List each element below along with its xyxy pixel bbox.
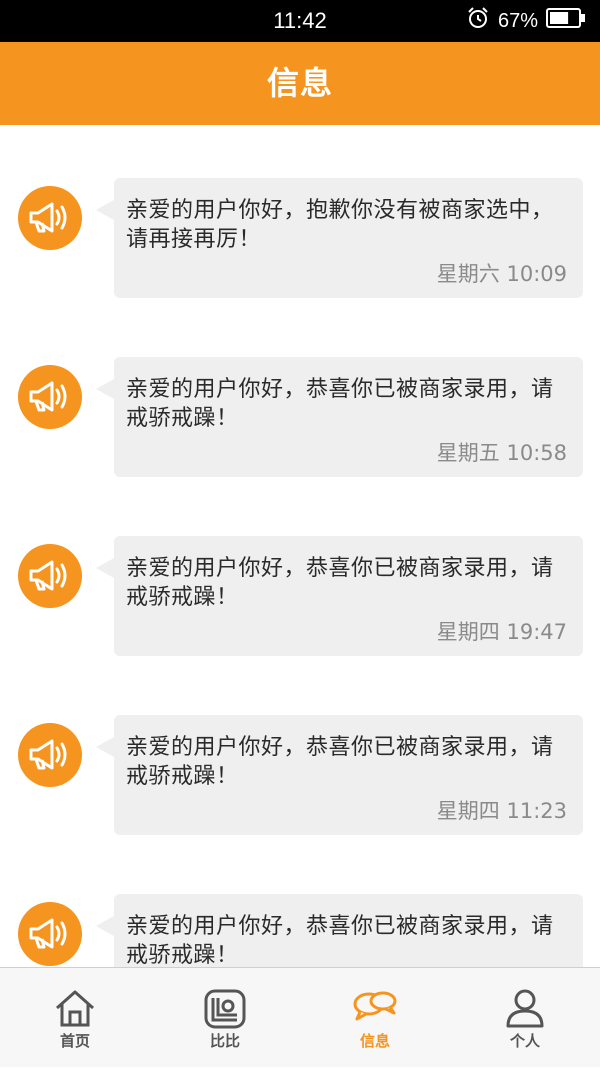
- message-bubble[interactable]: 亲爱的用户你好，恭喜你已被商家录用，请戒骄戒躁！ 星期四 19:47: [96, 536, 583, 656]
- message-item[interactable]: 亲爱的用户你好，抱歉你没有被商家选中，请再接再厉！ 星期六 10:09: [0, 178, 600, 298]
- message-text: 亲爱的用户你好，恭喜你已被商家录用，请戒骄戒躁！: [126, 556, 554, 610]
- megaphone-icon: [18, 902, 82, 966]
- compare-icon: [204, 989, 246, 1029]
- tab-label: 信息: [359, 1032, 390, 1050]
- tab-profile[interactable]: 个人: [450, 968, 600, 1068]
- megaphone-icon: [18, 723, 82, 787]
- chat-icon: [353, 991, 397, 1021]
- message-text: 亲爱的用户你好，恭喜你已被商家录用，请戒骄戒躁！: [126, 377, 554, 431]
- battery-percent: 67%: [497, 9, 538, 32]
- message-item[interactable]: 亲爱的用户你好，恭喜你已被商家录用，请戒骄戒躁！: [0, 894, 600, 967]
- message-item[interactable]: 亲爱的用户你好，恭喜你已被商家录用，请戒骄戒躁！ 星期四 11:23: [0, 715, 600, 835]
- status-bar: 11:42 67%: [0, 0, 600, 42]
- tab-compare[interactable]: 比比: [150, 968, 300, 1068]
- message-time: 星期五 10:58: [436, 441, 567, 465]
- tab-label: 比比: [209, 1032, 240, 1050]
- message-time: 星期四 11:23: [436, 799, 567, 823]
- bottom-tab-bar: 首页 比比 信息 个人: [0, 967, 600, 1067]
- status-indicators: 67%: [466, 0, 586, 42]
- tab-messages[interactable]: 信息: [300, 968, 450, 1068]
- app-header: 信息: [0, 42, 600, 125]
- message-bubble[interactable]: 亲爱的用户你好，恭喜你已被商家录用，请戒骄戒躁！: [96, 894, 583, 967]
- person-icon: [506, 989, 544, 1028]
- battery-icon: [546, 7, 586, 35]
- message-text: 亲爱的用户你好，恭喜你已被商家录用，请戒骄戒躁！: [126, 914, 554, 967]
- message-item[interactable]: 亲爱的用户你好，恭喜你已被商家录用，请戒骄戒躁！ 星期五 10:58: [0, 357, 600, 477]
- message-item[interactable]: 亲爱的用户你好，恭喜你已被商家录用，请戒骄戒躁！ 星期四 19:47: [0, 536, 600, 656]
- message-time: 星期四 19:47: [436, 620, 567, 644]
- tab-home[interactable]: 首页: [0, 968, 150, 1068]
- message-list[interactable]: 亲爱的用户你好，抱歉你没有被商家选中，请再接再厉！ 星期六 10:09 亲爱的用…: [0, 125, 600, 967]
- home-icon: [56, 990, 94, 1027]
- tab-label: 首页: [59, 1032, 90, 1050]
- tab-label: 个人: [509, 1032, 540, 1050]
- message-bubble[interactable]: 亲爱的用户你好，恭喜你已被商家录用，请戒骄戒躁！ 星期四 11:23: [96, 715, 583, 835]
- alarm-icon: [466, 6, 490, 36]
- megaphone-icon: [18, 186, 82, 250]
- page-title: 信息: [266, 64, 333, 102]
- megaphone-icon: [18, 544, 82, 608]
- megaphone-icon: [18, 365, 82, 429]
- message-text: 亲爱的用户你好，恭喜你已被商家录用，请戒骄戒躁！: [126, 735, 554, 789]
- message-bubble[interactable]: 亲爱的用户你好，恭喜你已被商家录用，请戒骄戒躁！ 星期五 10:58: [96, 357, 583, 477]
- message-text: 亲爱的用户你好，抱歉你没有被商家选中，请再接再厉！: [126, 198, 554, 252]
- message-time: 星期六 10:09: [436, 262, 567, 286]
- message-bubble[interactable]: 亲爱的用户你好，抱歉你没有被商家选中，请再接再厉！ 星期六 10:09: [96, 178, 583, 298]
